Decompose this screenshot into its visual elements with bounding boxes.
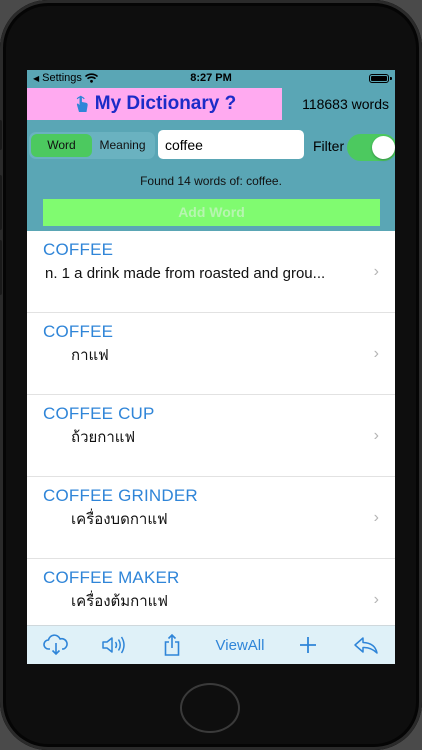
- entry-word: COFFEE MAKER: [43, 568, 180, 587]
- filter-toggle[interactable]: [347, 134, 395, 161]
- chevron-right-icon: ›: [373, 263, 379, 280]
- entry-meaning: ถ้วยกาแฟ: [71, 429, 136, 446]
- battery-icon: [369, 74, 392, 83]
- results-list[interactable]: COFFEE n. 1 a drink made from roasted an…: [27, 231, 395, 626]
- hand-pointer-icon: [76, 95, 88, 112]
- chevron-right-icon: ›: [373, 591, 379, 608]
- entry-word: COFFEE: [43, 322, 114, 341]
- share-icon[interactable]: [152, 626, 192, 664]
- bottom-toolbar: ViewAll: [27, 625, 395, 664]
- list-item[interactable]: COFFEE กาแฟ ›: [27, 313, 395, 395]
- volume-up-button: [0, 175, 2, 230]
- entry-word: COFFEE GRINDER: [43, 486, 198, 505]
- entry-word: COFFEE CUP: [43, 404, 155, 423]
- search-mode-segmented-control[interactable]: Word Meaning: [29, 132, 155, 159]
- view-all-button[interactable]: ViewAll: [210, 637, 270, 654]
- list-item[interactable]: COFFEE n. 1 a drink made from roasted an…: [27, 231, 395, 313]
- app-title: My Dictionary ?: [94, 93, 237, 114]
- entry-meaning: กาแฟ: [71, 347, 109, 364]
- clock: 8:27 PM: [190, 72, 232, 84]
- cloud-download-icon[interactable]: [36, 626, 76, 664]
- status-bar: ◀ Settings 8:27 PM: [27, 70, 395, 88]
- list-item[interactable]: COFFEE CUP ถ้วยกาแฟ ›: [27, 395, 395, 477]
- entry-meaning: เครื่องต้มกาแฟ: [71, 593, 168, 610]
- chevron-right-icon: ›: [373, 427, 379, 444]
- add-word-button[interactable]: Add Word: [43, 199, 380, 226]
- entry-meaning: เครื่องบดกาแฟ: [71, 511, 168, 528]
- app-title-bar[interactable]: My Dictionary ?: [27, 88, 282, 120]
- phone-frame: ◀ Settings 8:27 PM My Dictionary ? 11868…: [0, 0, 422, 750]
- chevron-right-icon: ›: [373, 345, 379, 362]
- plus-icon[interactable]: [288, 626, 328, 664]
- reply-icon[interactable]: [346, 626, 386, 664]
- chevron-right-icon: ›: [373, 509, 379, 526]
- segment-meaning[interactable]: Meaning: [92, 134, 153, 157]
- speaker-icon[interactable]: [94, 626, 134, 664]
- search-input[interactable]: [158, 130, 304, 159]
- header: My Dictionary ? 118683 words Word Meanin…: [27, 88, 395, 231]
- screen: ◀ Settings 8:27 PM My Dictionary ? 11868…: [27, 70, 395, 664]
- entry-meaning: n. 1 a drink made from roasted and grou.…: [45, 265, 326, 282]
- segment-word[interactable]: Word: [31, 134, 92, 157]
- found-status: Found 14 words of: coffee.: [140, 174, 282, 188]
- list-item[interactable]: COFFEE MAKER เครื่องต้มกาแฟ ›: [27, 559, 395, 626]
- word-count: 118683 words: [302, 96, 389, 112]
- home-button[interactable]: [180, 683, 240, 733]
- volume-down-button: [0, 240, 2, 295]
- mute-switch: [0, 120, 2, 150]
- list-item[interactable]: COFFEE GRINDER เครื่องบดกาแฟ ›: [27, 477, 395, 559]
- entry-word: COFFEE: [43, 240, 114, 259]
- filter-label: Filter: [313, 138, 345, 154]
